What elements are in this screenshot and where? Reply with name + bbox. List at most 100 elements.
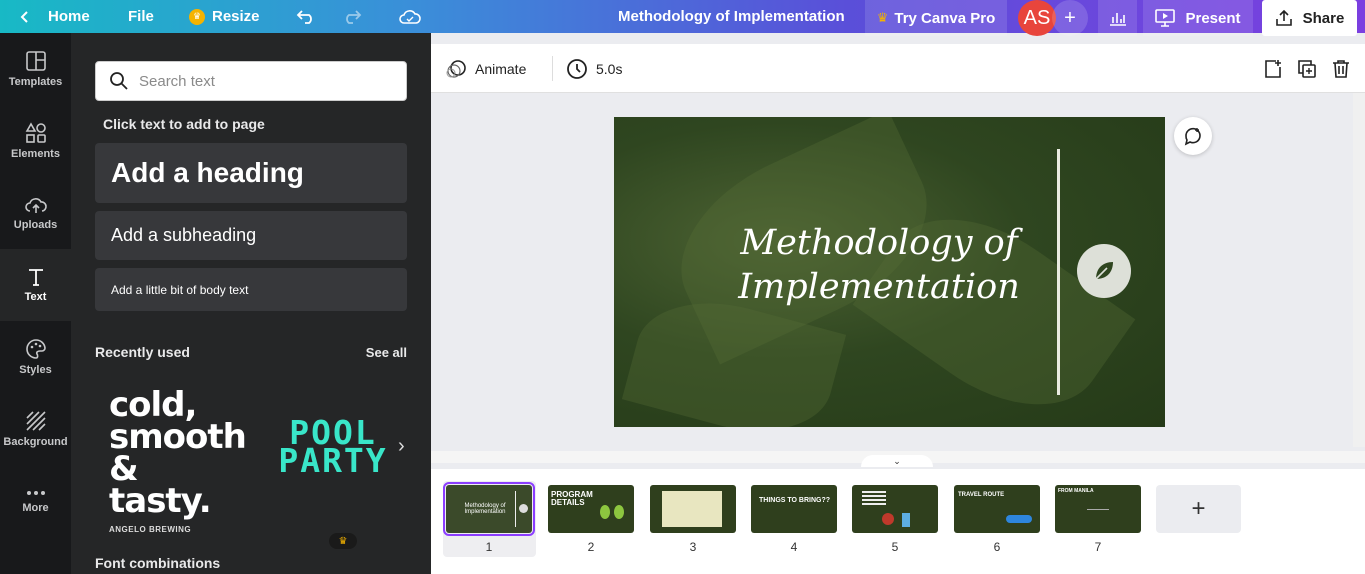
vertical-scrollbar[interactable] <box>1353 93 1365 447</box>
slide-title-line: Methodology of <box>740 223 1018 263</box>
page-number: 6 <box>993 540 1001 554</box>
page-thumbnail-4[interactable]: THINGS TO BRING?? <box>751 485 837 533</box>
home-label: Home <box>48 8 90 25</box>
add-comment-button[interactable] <box>1174 117 1212 155</box>
page-number: 5 <box>891 540 899 554</box>
crown-icon: ♛ <box>189 8 205 25</box>
recently-used-heading: Recently used <box>95 344 190 360</box>
tile-text-line: PARTY <box>278 441 388 480</box>
bar-chart-icon <box>1109 13 1126 26</box>
add-collaborator-button[interactable]: + <box>1052 0 1088 36</box>
share-button[interactable]: Share <box>1262 0 1357 36</box>
toolbar-divider <box>552 56 553 81</box>
document-title[interactable]: Methodology of Implementation <box>618 0 845 33</box>
cloud-save-button[interactable] <box>398 0 422 33</box>
toggle-pages-drawer[interactable]: ⌄ <box>861 455 933 467</box>
slide-title[interactable]: Methodology of Implementation <box>724 221 1034 309</box>
thumb-image <box>662 491 722 527</box>
page-thumbnail-5[interactable] <box>852 485 938 533</box>
thumb-list-lines <box>862 491 886 493</box>
animate-icon <box>446 59 466 78</box>
add-heading-button[interactable]: Add a heading <box>95 143 407 203</box>
uploads-icon <box>24 198 47 213</box>
leaf-badge[interactable] <box>1077 244 1131 298</box>
thumb-image <box>902 513 910 527</box>
page-filmstrip: Methodology of Implementation 1 PROGRAM … <box>431 469 1365 574</box>
crown-icon: ♛ <box>876 10 889 25</box>
font-combo-tile-pool-party[interactable]: POOL PARTY <box>268 416 398 480</box>
rail-item-styles[interactable]: Styles <box>0 321 71 393</box>
tree-icon <box>600 505 610 519</box>
file-menu[interactable]: File <box>128 0 154 33</box>
add-body-text-button[interactable]: Add a little bit of body text <box>95 268 407 311</box>
more-icon <box>26 491 45 495</box>
undo-icon <box>296 9 312 24</box>
add-subheading-button[interactable]: Add a subheading <box>95 211 407 260</box>
see-all-link[interactable]: See all <box>366 345 407 360</box>
thumb-text: Methodology of Implementation <box>464 503 506 515</box>
page-thumbnail-2[interactable]: PROGRAM DETAILS <box>548 485 634 533</box>
redo-icon <box>346 9 362 24</box>
file-label: File <box>128 8 154 25</box>
page-thumbnail-1[interactable]: Methodology of Implementation <box>443 482 535 536</box>
slide-canvas[interactable]: Methodology of Implementation <box>614 117 1165 427</box>
thumb-leaf-badge <box>519 504 528 513</box>
slide-divider-line[interactable] <box>1057 149 1060 395</box>
rail-item-elements[interactable]: Elements <box>0 105 71 177</box>
undo-button[interactable] <box>296 0 316 33</box>
left-rail: Templates Elements Uploads Text Styles B… <box>0 33 71 574</box>
share-label: Share <box>1302 9 1345 27</box>
tile-text-line: & tasty. <box>109 449 212 521</box>
animate-label: Animate <box>475 60 527 77</box>
add-page-icon-button[interactable] <box>1263 44 1291 93</box>
page-thumbnail-7[interactable]: FROM MANILA <box>1055 485 1141 533</box>
delete-page-button[interactable] <box>1331 44 1359 93</box>
font-combo-tile-cold-smooth-tasty[interactable]: cold, smooth & tasty. ANGELO BREWING <box>109 388 249 534</box>
duration-button[interactable]: 5.0s <box>566 44 622 93</box>
thumb-vehicle-image <box>1006 515 1032 523</box>
insights-button[interactable] <box>1098 0 1137 36</box>
thumb-text: FROM MANILA <box>1058 488 1094 494</box>
animate-button[interactable]: Animate <box>445 44 526 93</box>
search-input[interactable] <box>139 72 399 90</box>
page-number: 2 <box>587 540 595 554</box>
clock-icon <box>567 58 587 79</box>
home-button[interactable]: Home <box>18 0 90 33</box>
thumb-text: TRAVEL ROUTE <box>958 492 1005 498</box>
background-icon <box>25 411 46 431</box>
try-canva-pro-button[interactable]: ♛ Try Canva Pro <box>865 0 1007 36</box>
chevron-right-icon[interactable]: › <box>398 435 405 458</box>
rail-item-text[interactable]: Text <box>0 249 71 321</box>
pro-crown-icon: ♛ <box>329 533 357 549</box>
rail-label: Text <box>24 291 47 303</box>
redo-button[interactable] <box>342 0 362 33</box>
avatar[interactable]: AS <box>1018 0 1056 36</box>
present-button[interactable]: Present <box>1143 0 1253 36</box>
thumb-caption-line <box>1087 509 1109 510</box>
click-text-hint: Click text to add to page <box>103 116 265 132</box>
add-page-button[interactable]: + <box>1156 485 1241 533</box>
rail-item-more[interactable]: More <box>0 465 71 537</box>
duplicate-page-button[interactable] <box>1297 44 1325 93</box>
thumb-text: PROGRAM DETAILS <box>551 490 593 507</box>
rail-item-background[interactable]: Background <box>0 393 71 465</box>
comment-icon <box>1184 127 1201 146</box>
page-thumbnail-3[interactable] <box>650 485 736 533</box>
page-number: 4 <box>790 540 798 554</box>
rail-item-uploads[interactable]: Uploads <box>0 177 71 249</box>
share-icon <box>1275 9 1292 26</box>
duplicate-icon <box>1298 59 1316 78</box>
rail-label: Templates <box>8 76 63 88</box>
resize-button[interactable]: ♛ Resize <box>189 0 260 33</box>
add-page-icon <box>1265 59 1281 78</box>
page-number: 3 <box>689 540 697 554</box>
tree-icon <box>614 505 624 519</box>
slide-title-line: Implementation <box>738 267 1020 307</box>
font-combinations-heading: Font combinations <box>95 555 221 571</box>
trash-icon <box>1333 59 1349 78</box>
doc-title-text: Methodology of Implementation <box>618 8 845 25</box>
rail-item-templates[interactable]: Templates <box>0 33 71 105</box>
search-box[interactable] <box>95 61 407 101</box>
rail-label: Uploads <box>13 219 58 231</box>
page-thumbnail-6[interactable]: TRAVEL ROUTE <box>954 485 1040 533</box>
